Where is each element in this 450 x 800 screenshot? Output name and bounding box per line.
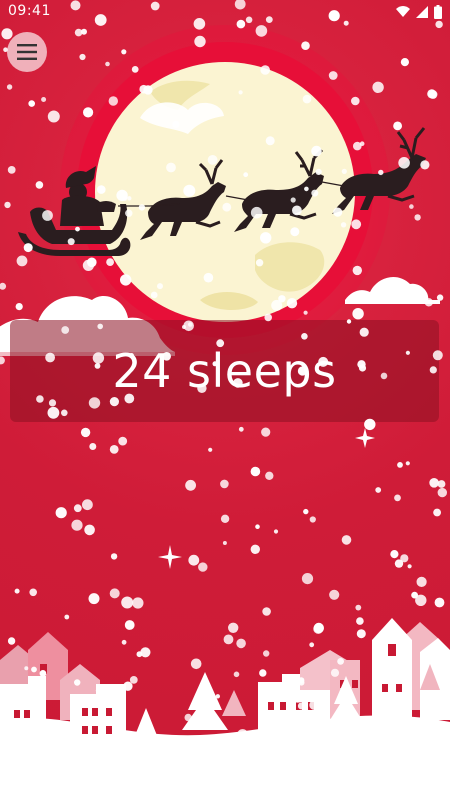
countdown-banner: 24 sleeps <box>10 320 439 422</box>
hamburger-menu-icon <box>17 44 37 60</box>
app-screen: 09:41 24 sleeps <box>0 0 450 800</box>
status-time: 09:41 <box>8 3 51 19</box>
cellular-signal-icon <box>416 6 428 18</box>
moon <box>95 62 355 322</box>
sleeps-countdown-text: 24 sleeps <box>112 344 337 398</box>
status-bar: 09:41 <box>0 0 450 24</box>
battery-icon <box>434 5 442 19</box>
wifi-icon <box>396 6 410 17</box>
menu-button[interactable] <box>7 32 47 72</box>
status-icons <box>396 4 442 20</box>
snowy-village <box>0 618 450 800</box>
